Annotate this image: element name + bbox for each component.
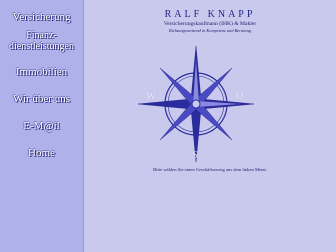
compass-letter-south: S	[192, 150, 198, 161]
sidebar-divider	[83, 0, 84, 252]
brand-claim: Richtungsweisend in Kompetenz und Beratu…	[169, 28, 251, 33]
brand-subtitle: Versicherungskaufmann (IHK) & Makler	[163, 21, 257, 27]
nav-item-home[interactable]: Home	[0, 147, 83, 159]
compass-letter-west: W	[146, 91, 156, 102]
page-header: RALF KNAPP Versicherungskaufmann (IHK) &…	[84, 9, 336, 33]
menu-hint-text: Bitte wählen Sie einen Geschäftszweig au…	[153, 167, 267, 172]
compass-rose-logo: W O S	[136, 44, 256, 164]
compass-rose-icon	[137, 45, 255, 163]
nav-item-label-line1: Finanz-	[26, 30, 57, 41]
nav-item-finanzdienstleistungen[interactable]: Finanz- dienstleistungen	[0, 30, 83, 52]
nav-item-wir-ueber-uns[interactable]: Wir über uns	[0, 93, 83, 105]
brand-name: RALF KNAPP	[164, 9, 256, 20]
nav-item-label-line2: dienstleistungen	[9, 41, 74, 52]
nav-item-email[interactable]: E-M@il	[0, 120, 83, 132]
sidebar-nav: Versicherung Finanz- dienstleistungen Im…	[0, 0, 83, 252]
nav-item-immobilien[interactable]: Immobilien	[0, 66, 83, 78]
nav-item-versicherung[interactable]: Versicherung	[0, 11, 83, 23]
compass-letter-east: O	[236, 91, 244, 102]
